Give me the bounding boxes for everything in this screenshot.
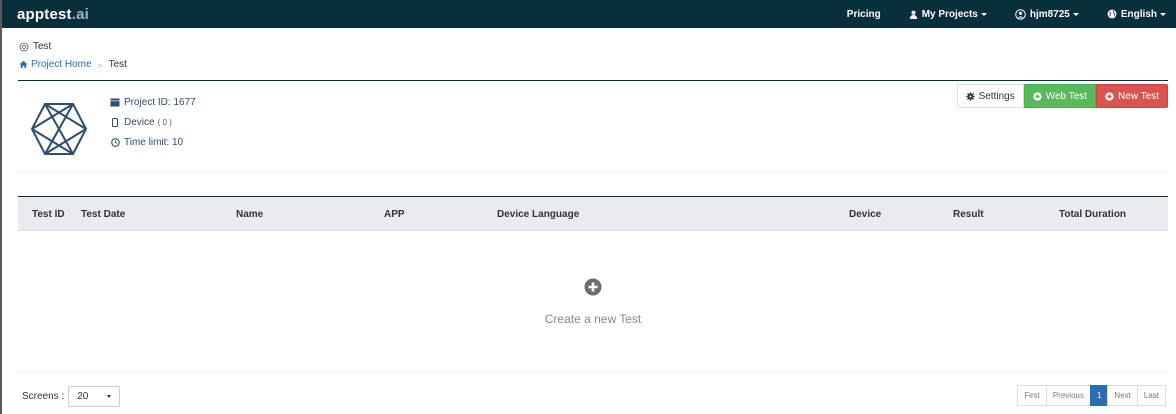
- folder-icon: [109, 98, 121, 107]
- screens-select[interactable]: 20: [68, 386, 121, 407]
- web-test-button[interactable]: Web Test: [1023, 84, 1097, 108]
- plus-circle-icon: [1105, 91, 1114, 101]
- nav-pricing-label: Pricing: [846, 8, 881, 20]
- project-id: Project ID: 1677: [124, 96, 196, 108]
- breadcrumb-current: Test: [108, 59, 127, 70]
- column-name[interactable]: Name: [236, 209, 263, 220]
- device-count: ( 0 ): [157, 117, 172, 127]
- chevron-down-icon: [107, 395, 112, 398]
- test-icon: [19, 42, 29, 52]
- empty-state: Create a new Test: [18, 231, 1168, 372]
- tests-table: Test ID Test Date Name APP Device Langua…: [18, 196, 1168, 231]
- project-id-row: Project ID: 1677: [109, 92, 196, 112]
- page-first[interactable]: First: [1017, 385, 1047, 406]
- breadcrumb-separator: »: [97, 59, 103, 70]
- page-previous[interactable]: Previous: [1045, 385, 1091, 406]
- user-circle-icon: [1015, 8, 1026, 20]
- chevron-down-icon: [1160, 12, 1166, 16]
- table-header: Test ID Test Date Name APP Device Langua…: [18, 197, 1168, 231]
- web-test-label: Web Test: [1045, 90, 1088, 102]
- user-icon: [909, 10, 918, 19]
- settings-label: Settings: [978, 90, 1015, 102]
- nav-my-projects[interactable]: My Projects: [909, 9, 987, 20]
- page-current[interactable]: 1: [1089, 385, 1109, 406]
- gear-icon: [965, 91, 975, 101]
- time-limit: Time limit: 10: [124, 136, 184, 148]
- project-info: Project ID: 1677 Device ( 0 ) Time limit…: [109, 92, 196, 152]
- breadcrumb: Project Home » Test: [19, 59, 127, 70]
- plus-circle-icon: [1033, 91, 1042, 101]
- project-panel: Project ID: 1677 Device ( 0 ) Time limit…: [18, 80, 1168, 172]
- add-test-icon[interactable]: [584, 278, 602, 299]
- column-device[interactable]: Device: [849, 209, 881, 220]
- column-app[interactable]: APP: [384, 209, 405, 220]
- mobile-icon: [109, 117, 121, 127]
- nav-right: Pricing My Projects hjm8725 English: [819, 0, 1166, 28]
- screens-label: Screens :: [22, 391, 65, 402]
- chevron-down-icon: [1072, 12, 1079, 16]
- top-navbar: apptest.ai Pricing My Projects hjm8725 E…: [2, 0, 1176, 28]
- nav-pricing[interactable]: Pricing: [847, 9, 881, 20]
- home-icon: [19, 60, 28, 69]
- nav-my-projects-label: My Projects: [921, 8, 978, 20]
- page-title: Test: [19, 41, 51, 52]
- clock-icon: [109, 137, 121, 147]
- page-last[interactable]: Last: [1136, 385, 1166, 406]
- project-actions: Settings Web Test New Test: [956, 84, 1168, 108]
- column-test-date[interactable]: Test Date: [81, 209, 125, 220]
- screens-value: 20: [77, 391, 89, 402]
- nav-language-label: English: [1120, 8, 1157, 20]
- breadcrumb-home-label: Project Home: [31, 59, 92, 70]
- pagination: First Previous 1 Next Last: [1017, 385, 1166, 406]
- column-test-id[interactable]: Test ID: [32, 209, 65, 220]
- column-device-language[interactable]: Device Language: [497, 209, 579, 220]
- settings-button[interactable]: Settings: [956, 84, 1024, 108]
- globe-icon: [1107, 9, 1117, 19]
- nav-user-label: hjm8725: [1029, 8, 1070, 20]
- project-logo: [30, 102, 88, 159]
- create-new-test-link[interactable]: Create a new Test: [545, 312, 642, 326]
- brand-logo[interactable]: apptest.ai: [17, 6, 89, 23]
- page-title-text: Test: [33, 41, 52, 52]
- device-label: Device: [124, 116, 155, 128]
- nav-user-menu[interactable]: hjm8725: [1015, 9, 1079, 20]
- device-row[interactable]: Device ( 0 ): [109, 112, 196, 132]
- column-result[interactable]: Result: [953, 209, 984, 220]
- chevron-down-icon: [980, 12, 987, 16]
- screens-per-page: Screens : 20: [22, 386, 121, 407]
- column-total-duration[interactable]: Total Duration: [1059, 209, 1126, 220]
- brand-main: apptest: [17, 5, 72, 23]
- new-test-button[interactable]: New Test: [1096, 84, 1168, 108]
- new-test-label: New Test: [1118, 90, 1159, 102]
- brand-suffix: .ai: [71, 5, 90, 23]
- page-next[interactable]: Next: [1107, 385, 1138, 406]
- nav-language-menu[interactable]: English: [1107, 9, 1166, 20]
- breadcrumb-project-home[interactable]: Project Home: [19, 59, 92, 70]
- time-limit-row: Time limit: 10: [109, 132, 196, 152]
